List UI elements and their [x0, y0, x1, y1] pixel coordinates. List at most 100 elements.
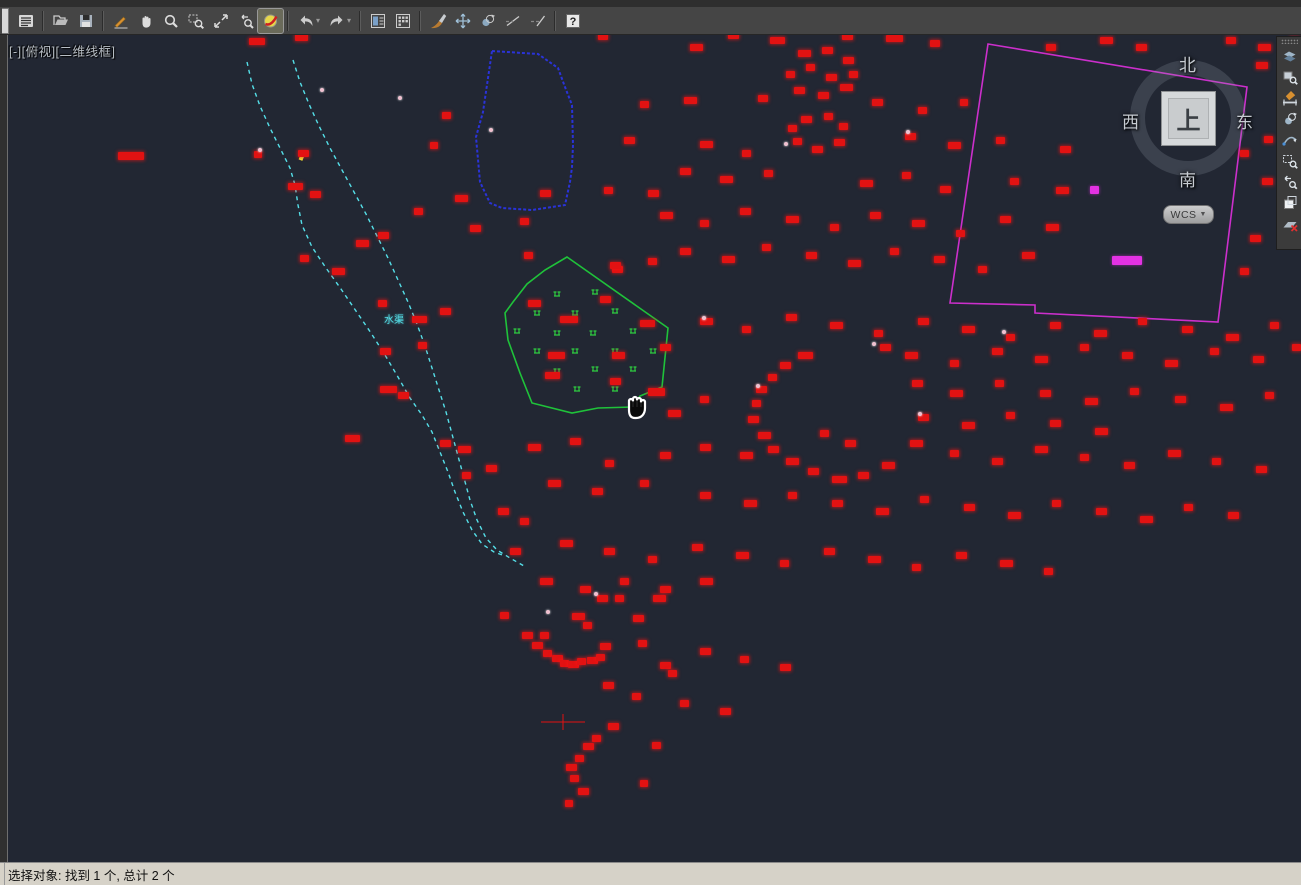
- viewcube-top-face[interactable]: 上: [1161, 91, 1216, 146]
- properties-palette-button[interactable]: [365, 9, 390, 33]
- grass-symbol[interactable]: [554, 292, 561, 296]
- viewcube-west[interactable]: 西: [1122, 108, 1139, 133]
- toolbar-separator: [554, 11, 556, 31]
- nav-zoom-previous-icon: [1281, 173, 1299, 191]
- show-motion-icon: [1281, 194, 1299, 212]
- match-properties-icon: [429, 12, 447, 30]
- grass-symbol[interactable]: [572, 311, 579, 315]
- pan-button[interactable]: [133, 9, 158, 33]
- viewport-controls-label[interactable]: [-][俯视][二维线框]: [9, 41, 116, 60]
- move-icon: [454, 12, 472, 30]
- grass-symbol[interactable]: [590, 331, 597, 335]
- field-boundary[interactable]: [505, 257, 668, 413]
- redo-button[interactable]: [324, 9, 349, 33]
- command-line-bar[interactable]: 选择对象: 找到 1 个, 总计 2 个 选择对象: [0, 862, 1301, 885]
- sketch-button[interactable]: [108, 9, 133, 33]
- open-file-button[interactable]: [48, 9, 73, 33]
- swing-arc-icon: [1281, 131, 1299, 149]
- zoom-realtime-button[interactable]: [158, 9, 183, 33]
- undo-button[interactable]: [293, 9, 318, 33]
- canal-text-label[interactable]: 水渠: [384, 311, 404, 326]
- grass-symbol[interactable]: [534, 349, 541, 353]
- grass-symbol[interactable]: [612, 349, 619, 353]
- toolbar-button-groups: ▾ ▾?: [0, 7, 585, 34]
- toolbar-separator: [42, 11, 44, 31]
- grass-symbol[interactable]: [592, 367, 599, 371]
- grass-symbol[interactable]: [630, 367, 637, 371]
- pan-icon: [137, 12, 155, 30]
- canal-left-bank[interactable]: [247, 62, 505, 556]
- nav-zoom-previous-button[interactable]: [1279, 171, 1301, 192]
- save-file-button[interactable]: [73, 9, 98, 33]
- nav-orbit-button[interactable]: [1279, 108, 1301, 129]
- orbit-button[interactable]: [475, 9, 500, 33]
- viewcube-south[interactable]: 南: [1179, 166, 1196, 191]
- grass-symbol[interactable]: [612, 387, 619, 391]
- zoom-extents-button[interactable]: [208, 9, 233, 33]
- grass-symbol[interactable]: [650, 349, 657, 353]
- grass-symbol[interactable]: [554, 331, 561, 335]
- yellow-tick-marker[interactable]: [299, 151, 306, 161]
- measure-button[interactable]: [1279, 87, 1301, 108]
- ray-button[interactable]: [525, 9, 550, 33]
- construction-line-button[interactable]: [500, 9, 525, 33]
- wcs-dropdown-button[interactable]: WCS ▼: [1163, 205, 1214, 224]
- grass-symbol[interactable]: [572, 349, 579, 353]
- viewcube-north[interactable]: 北: [1179, 51, 1196, 76]
- nav-orbit-icon: [1281, 110, 1299, 128]
- match-properties-button[interactable]: [425, 9, 450, 33]
- grass-symbol[interactable]: [630, 329, 637, 333]
- section-disabled-button[interactable]: [1279, 213, 1301, 234]
- sketch-icon: [112, 12, 130, 30]
- nav-zoom-window-icon: [1281, 68, 1299, 86]
- pan-hand-cursor: [622, 392, 648, 427]
- main-toolbar: ▾ ▾?: [0, 0, 1301, 35]
- zoom-window-button[interactable]: [183, 9, 208, 33]
- show-motion-button[interactable]: [1279, 192, 1301, 213]
- tool-palettes-icon: [394, 12, 412, 30]
- redline-marker-button[interactable]: [258, 9, 283, 33]
- viewcube-top-label: 上: [1177, 101, 1201, 136]
- swing-arc-button[interactable]: [1279, 129, 1301, 150]
- partial-icon: [2, 8, 9, 34]
- construction-line-icon: [504, 12, 522, 30]
- redo-dropdown-caret[interactable]: ▾: [347, 16, 355, 25]
- nav-zoom-rect-button[interactable]: [1279, 150, 1301, 171]
- grass-symbol[interactable]: [534, 311, 541, 315]
- zoom-previous-button[interactable]: [233, 9, 258, 33]
- toolbar-separator: [419, 11, 421, 31]
- grass-symbol[interactable]: [612, 309, 619, 313]
- redo-icon: [328, 12, 346, 30]
- orbit-icon: [479, 12, 497, 30]
- grass-symbol[interactable]: [574, 387, 581, 391]
- nav-zoom-rect-icon: [1281, 152, 1299, 170]
- drawing-vector-layer[interactable]: [0, 0, 1301, 885]
- undo-dropdown-caret[interactable]: ▾: [316, 16, 324, 25]
- toolbar-separator: [287, 11, 289, 31]
- cad-application-window: { "window": { "viewport_label": "[-][俯视]…: [0, 0, 1301, 885]
- grass-symbol[interactable]: [592, 290, 599, 294]
- move-button[interactable]: [450, 9, 475, 33]
- toolbar-grip-handle[interactable]: [1281, 39, 1298, 44]
- menu-browser-button[interactable]: [13, 9, 38, 33]
- left-panel-edge[interactable]: [0, 35, 8, 862]
- tool-palettes-button[interactable]: [390, 9, 415, 33]
- grass-symbol[interactable]: [514, 329, 521, 333]
- menu-browser-icon: [17, 12, 35, 30]
- command-history-line: 选择对象: 找到 1 个, 总计 2 个: [0, 863, 1301, 884]
- ray-icon: [529, 12, 547, 30]
- viewcube-east[interactable]: 东: [1236, 108, 1253, 133]
- help-icon: ?: [564, 12, 582, 30]
- grass-symbol[interactable]: [554, 369, 561, 373]
- section-disabled-icon: [1281, 215, 1299, 233]
- canal-right-bank[interactable]: [293, 60, 524, 566]
- nav-zoom-window-button[interactable]: [1279, 66, 1301, 87]
- wcs-label: WCS: [1171, 209, 1197, 221]
- viewcube[interactable]: 上 北 南 西 东: [1128, 58, 1248, 178]
- chevron-down-icon: ▼: [1200, 211, 1207, 218]
- steering-wheel-button[interactable]: [1279, 45, 1301, 66]
- zoom-previous-icon: [237, 12, 255, 30]
- pond-boundary[interactable]: [476, 51, 573, 210]
- help-button[interactable]: ?: [560, 9, 585, 33]
- cross-marker[interactable]: [541, 714, 585, 730]
